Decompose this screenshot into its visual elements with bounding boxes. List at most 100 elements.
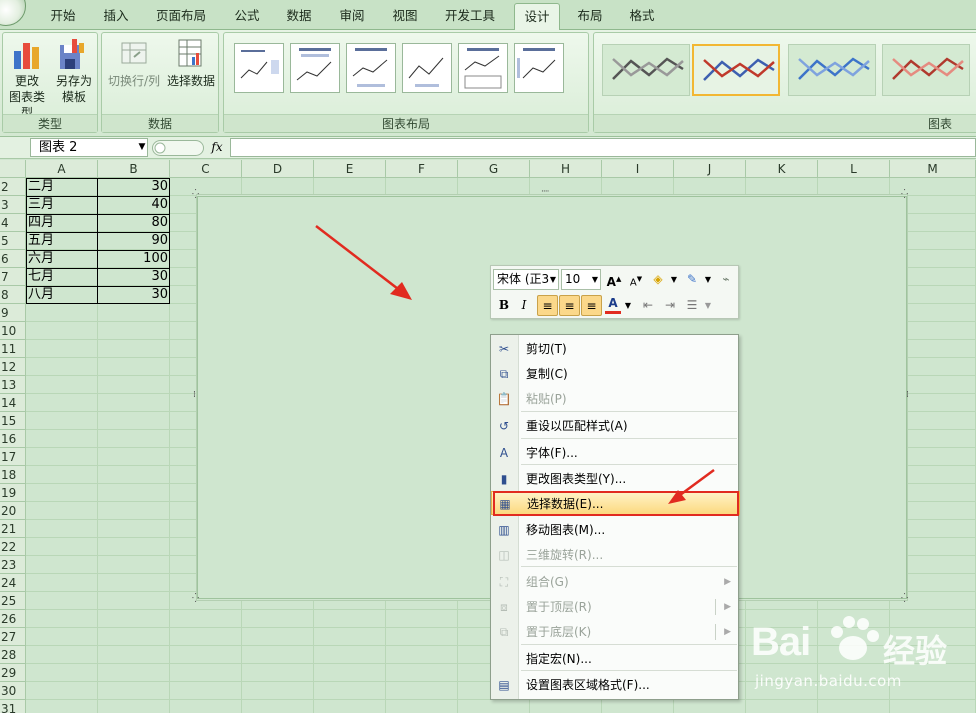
row-header-18[interactable]: 18 [0,466,26,484]
name-box-dropdown-icon[interactable]: ▼ [136,138,148,157]
column-header-l[interactable]: L [818,160,890,178]
bold-button[interactable]: B [495,295,513,316]
cell-month[interactable]: 四月 [26,214,97,232]
chart-layout-2[interactable] [290,43,340,93]
column-header-e[interactable]: E [314,160,386,178]
align-left-icon[interactable]: ≡ [537,295,558,316]
change-chart-type-button[interactable]: 更改 图表类型 [5,37,49,121]
font-size-combo[interactable]: 10 ▼ [561,269,601,290]
row-header-25[interactable]: 25 [0,592,26,610]
cell-value[interactable]: 100 [98,250,170,268]
formula-bar-splitter-icon[interactable] [152,140,204,156]
cell-value[interactable]: 80 [98,214,170,232]
resize-handle-left[interactable]: ⁞ [193,390,196,400]
chevron-down-icon[interactable]: ▼ [623,295,633,316]
row-header-16[interactable]: 16 [0,430,26,448]
cell-month[interactable]: 五月 [26,232,97,250]
tab-format[interactable]: 格式 [620,3,664,30]
chart-layout-5[interactable] [458,43,508,93]
menu-item-2[interactable]: 📋 粘贴(P) [491,387,740,411]
cell-month[interactable]: 八月 [26,286,97,304]
chevron-down-icon[interactable]: ▼ [703,295,713,316]
tab-review[interactable]: 审阅 [331,3,373,30]
column-header-h[interactable]: H [530,160,602,178]
menu-item-7[interactable]: ▥ 移动图表(M)... [491,518,740,542]
column-header-c[interactable]: C [170,160,242,178]
menu-item-3[interactable]: ↺ 重设以匹配样式(A) [491,414,740,438]
switch-row-column-button[interactable]: 切换行/列 [104,37,164,89]
menu-item-5[interactable]: ▮ 更改图表类型(Y)... [491,467,740,491]
chart-style-1[interactable] [602,44,690,96]
row-header-19[interactable]: 19 [0,484,26,502]
row-header-5[interactable]: 5 [0,232,26,250]
italic-button[interactable]: I [515,295,533,316]
row-header-27[interactable]: 27 [0,628,26,646]
chevron-down-icon[interactable]: ▼ [592,270,598,289]
resize-handle-bl[interactable]: ⁛ [192,594,199,604]
row-header-21[interactable]: 21 [0,520,26,538]
tab-layout[interactable]: 布局 [568,3,612,30]
menu-item-1[interactable]: ⧉ 复制(C) [491,362,740,386]
column-header-i[interactable]: I [602,160,674,178]
menu-item-9[interactable]: ⛶ 组合(G) ▶ [491,570,740,594]
row-header-17[interactable]: 17 [0,448,26,466]
column-header-g[interactable]: G [458,160,530,178]
grow-font-icon[interactable]: A▲ [605,269,623,290]
row-header-7[interactable]: 7 [0,268,26,286]
column-header-m[interactable]: M [890,160,976,178]
column-header-a[interactable]: A [26,160,98,178]
row-header-11[interactable]: 11 [0,340,26,358]
outline-color-icon[interactable]: ✎ [683,269,701,290]
fill-color-icon[interactable]: ◈ [649,269,667,290]
insert-function-button[interactable]: fx [206,138,228,157]
chart-style-2[interactable] [692,44,780,96]
row-header-20[interactable]: 20 [0,502,26,520]
column-header-j[interactable]: J [674,160,746,178]
decrease-indent-icon[interactable]: ⇤ [639,295,657,316]
row-header-4[interactable]: 4 [0,214,26,232]
cell-value[interactable]: 90 [98,232,170,250]
chart-layout-6[interactable] [514,43,564,93]
tab-data[interactable]: 数据 [278,3,320,30]
row-header-14[interactable]: 14 [0,394,26,412]
shrink-font-icon[interactable]: A▼ [627,269,645,290]
tab-design[interactable]: 设计 [514,3,560,30]
menu-item-12[interactable]: 指定宏(N)... [491,647,740,671]
select-all-corner[interactable] [0,160,26,178]
row-header-10[interactable]: 10 [0,322,26,340]
tab-page-layout[interactable]: 页面布局 [148,3,214,30]
cell-value[interactable]: 40 [98,196,170,214]
chart-style-4[interactable] [882,44,970,96]
row-header-13[interactable]: 13 [0,376,26,394]
format-painter-icon[interactable]: ⌁ [717,269,735,290]
row-header-30[interactable]: 30 [0,682,26,700]
row-header-24[interactable]: 24 [0,574,26,592]
cell-month[interactable]: 七月 [26,268,97,286]
align-center-icon[interactable]: ≡ [559,295,580,316]
menu-item-13[interactable]: ▤ 设置图表区域格式(F)... [491,673,740,697]
chart-layout-3[interactable] [346,43,396,93]
resize-handle-right[interactable]: ⁞ [906,390,909,400]
row-header-26[interactable]: 26 [0,610,26,628]
row-header-28[interactable]: 28 [0,646,26,664]
chevron-down-icon[interactable]: ▼ [669,269,679,290]
chart-layout-1[interactable] [234,43,284,93]
office-button[interactable] [0,0,26,26]
tab-home[interactable]: 开始 [40,3,86,30]
row-header-31[interactable]: 31 [0,700,26,713]
save-as-template-button[interactable]: 另存为 模板 [51,37,97,105]
resize-handle-tl[interactable]: ⁛ [192,190,199,200]
tab-developer[interactable]: 开发工具 [436,3,504,30]
cell-month[interactable]: 六月 [26,250,97,268]
tab-insert[interactable]: 插入 [94,3,138,30]
column-header-d[interactable]: D [242,160,314,178]
tab-view[interactable]: 视图 [384,3,426,30]
formula-input[interactable] [230,138,976,157]
row-header-12[interactable]: 12 [0,358,26,376]
font-name-combo[interactable]: 宋体 (正3 ▼ [493,269,559,290]
row-header-2[interactable]: 2 [0,178,26,196]
row-header-23[interactable]: 23 [0,556,26,574]
row-header-8[interactable]: 8 [0,286,26,304]
resize-handle-br[interactable]: ⁛ [901,594,908,604]
increase-indent-icon[interactable]: ⇥ [661,295,679,316]
